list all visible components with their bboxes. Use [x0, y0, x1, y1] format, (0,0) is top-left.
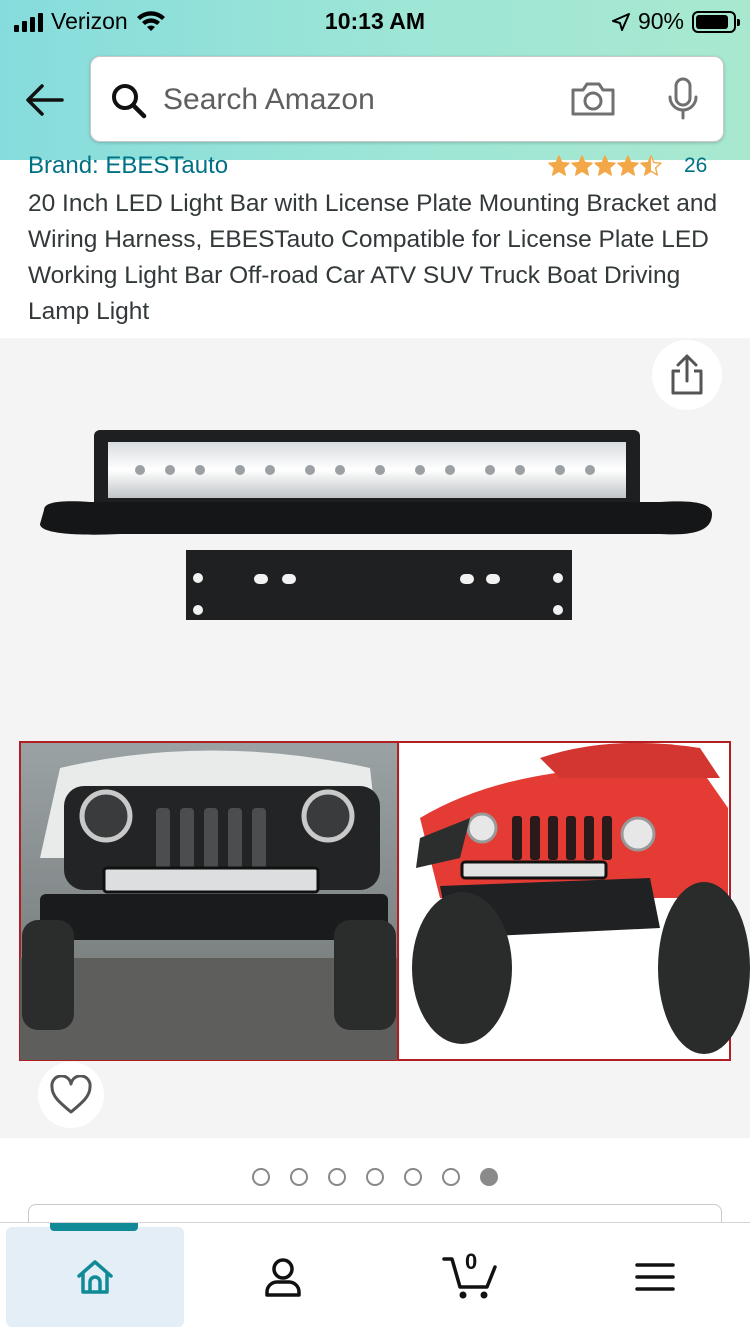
star-rating — [548, 155, 662, 177]
rating-count[interactable]: 26 — [684, 154, 707, 178]
home-icon — [77, 1260, 113, 1294]
back-button[interactable] — [22, 80, 66, 120]
microphone-icon[interactable] — [665, 77, 701, 121]
wishlist-button[interactable] — [38, 1062, 104, 1128]
battery-percent: 90% — [637, 8, 684, 34]
star-icon — [640, 155, 662, 176]
pagination-dot[interactable] — [480, 1168, 498, 1186]
nav-cart[interactable]: 0 — [382, 1227, 560, 1327]
header-bar: Verizon 10:13 AM 90% — [0, 0, 750, 160]
nav-menu[interactable] — [566, 1227, 744, 1327]
hamburger-menu-icon — [635, 1263, 675, 1291]
star-icon — [571, 155, 593, 176]
active-tab-indicator — [50, 1223, 138, 1231]
image-pagination-dots — [0, 1168, 750, 1186]
pagination-dot[interactable] — [290, 1168, 308, 1186]
product-image[interactable] — [0, 338, 750, 1138]
star-icon — [548, 155, 570, 176]
rating[interactable]: 26 — [548, 154, 707, 178]
bottom-navigation: 0 — [0, 1222, 750, 1334]
battery-icon — [692, 10, 740, 33]
status-right: 90% — [611, 8, 740, 35]
search-bar[interactable] — [90, 56, 724, 142]
nav-home[interactable] — [6, 1223, 184, 1327]
person-icon — [265, 1258, 301, 1297]
camera-icon[interactable] — [569, 79, 617, 119]
share-button[interactable] — [652, 340, 722, 410]
pagination-dot[interactable] — [252, 1168, 270, 1186]
brand-row: Brand: EBESTauto 26 — [0, 152, 750, 186]
pagination-dot[interactable] — [442, 1168, 460, 1186]
star-icon — [594, 155, 616, 176]
cart-count: 0 — [465, 1249, 478, 1274]
search-input[interactable] — [163, 77, 543, 123]
product-image-gallery[interactable] — [0, 338, 750, 1138]
back-arrow-icon — [26, 84, 64, 116]
share-icon — [671, 354, 703, 395]
product-title: 20 Inch LED Light Bar with License Plate… — [28, 190, 718, 325]
heart-icon — [50, 1075, 92, 1114]
status-bar: Verizon 10:13 AM 90% — [0, 0, 750, 44]
brand-link[interactable]: Brand: EBESTauto — [28, 152, 228, 180]
search-icon — [112, 84, 147, 119]
nav-account[interactable] — [194, 1227, 372, 1327]
location-arrow-icon — [611, 12, 630, 31]
pagination-dot[interactable] — [404, 1168, 422, 1186]
star-icon — [617, 155, 639, 176]
pagination-dot[interactable] — [366, 1168, 384, 1186]
pagination-dot[interactable] — [328, 1168, 346, 1186]
